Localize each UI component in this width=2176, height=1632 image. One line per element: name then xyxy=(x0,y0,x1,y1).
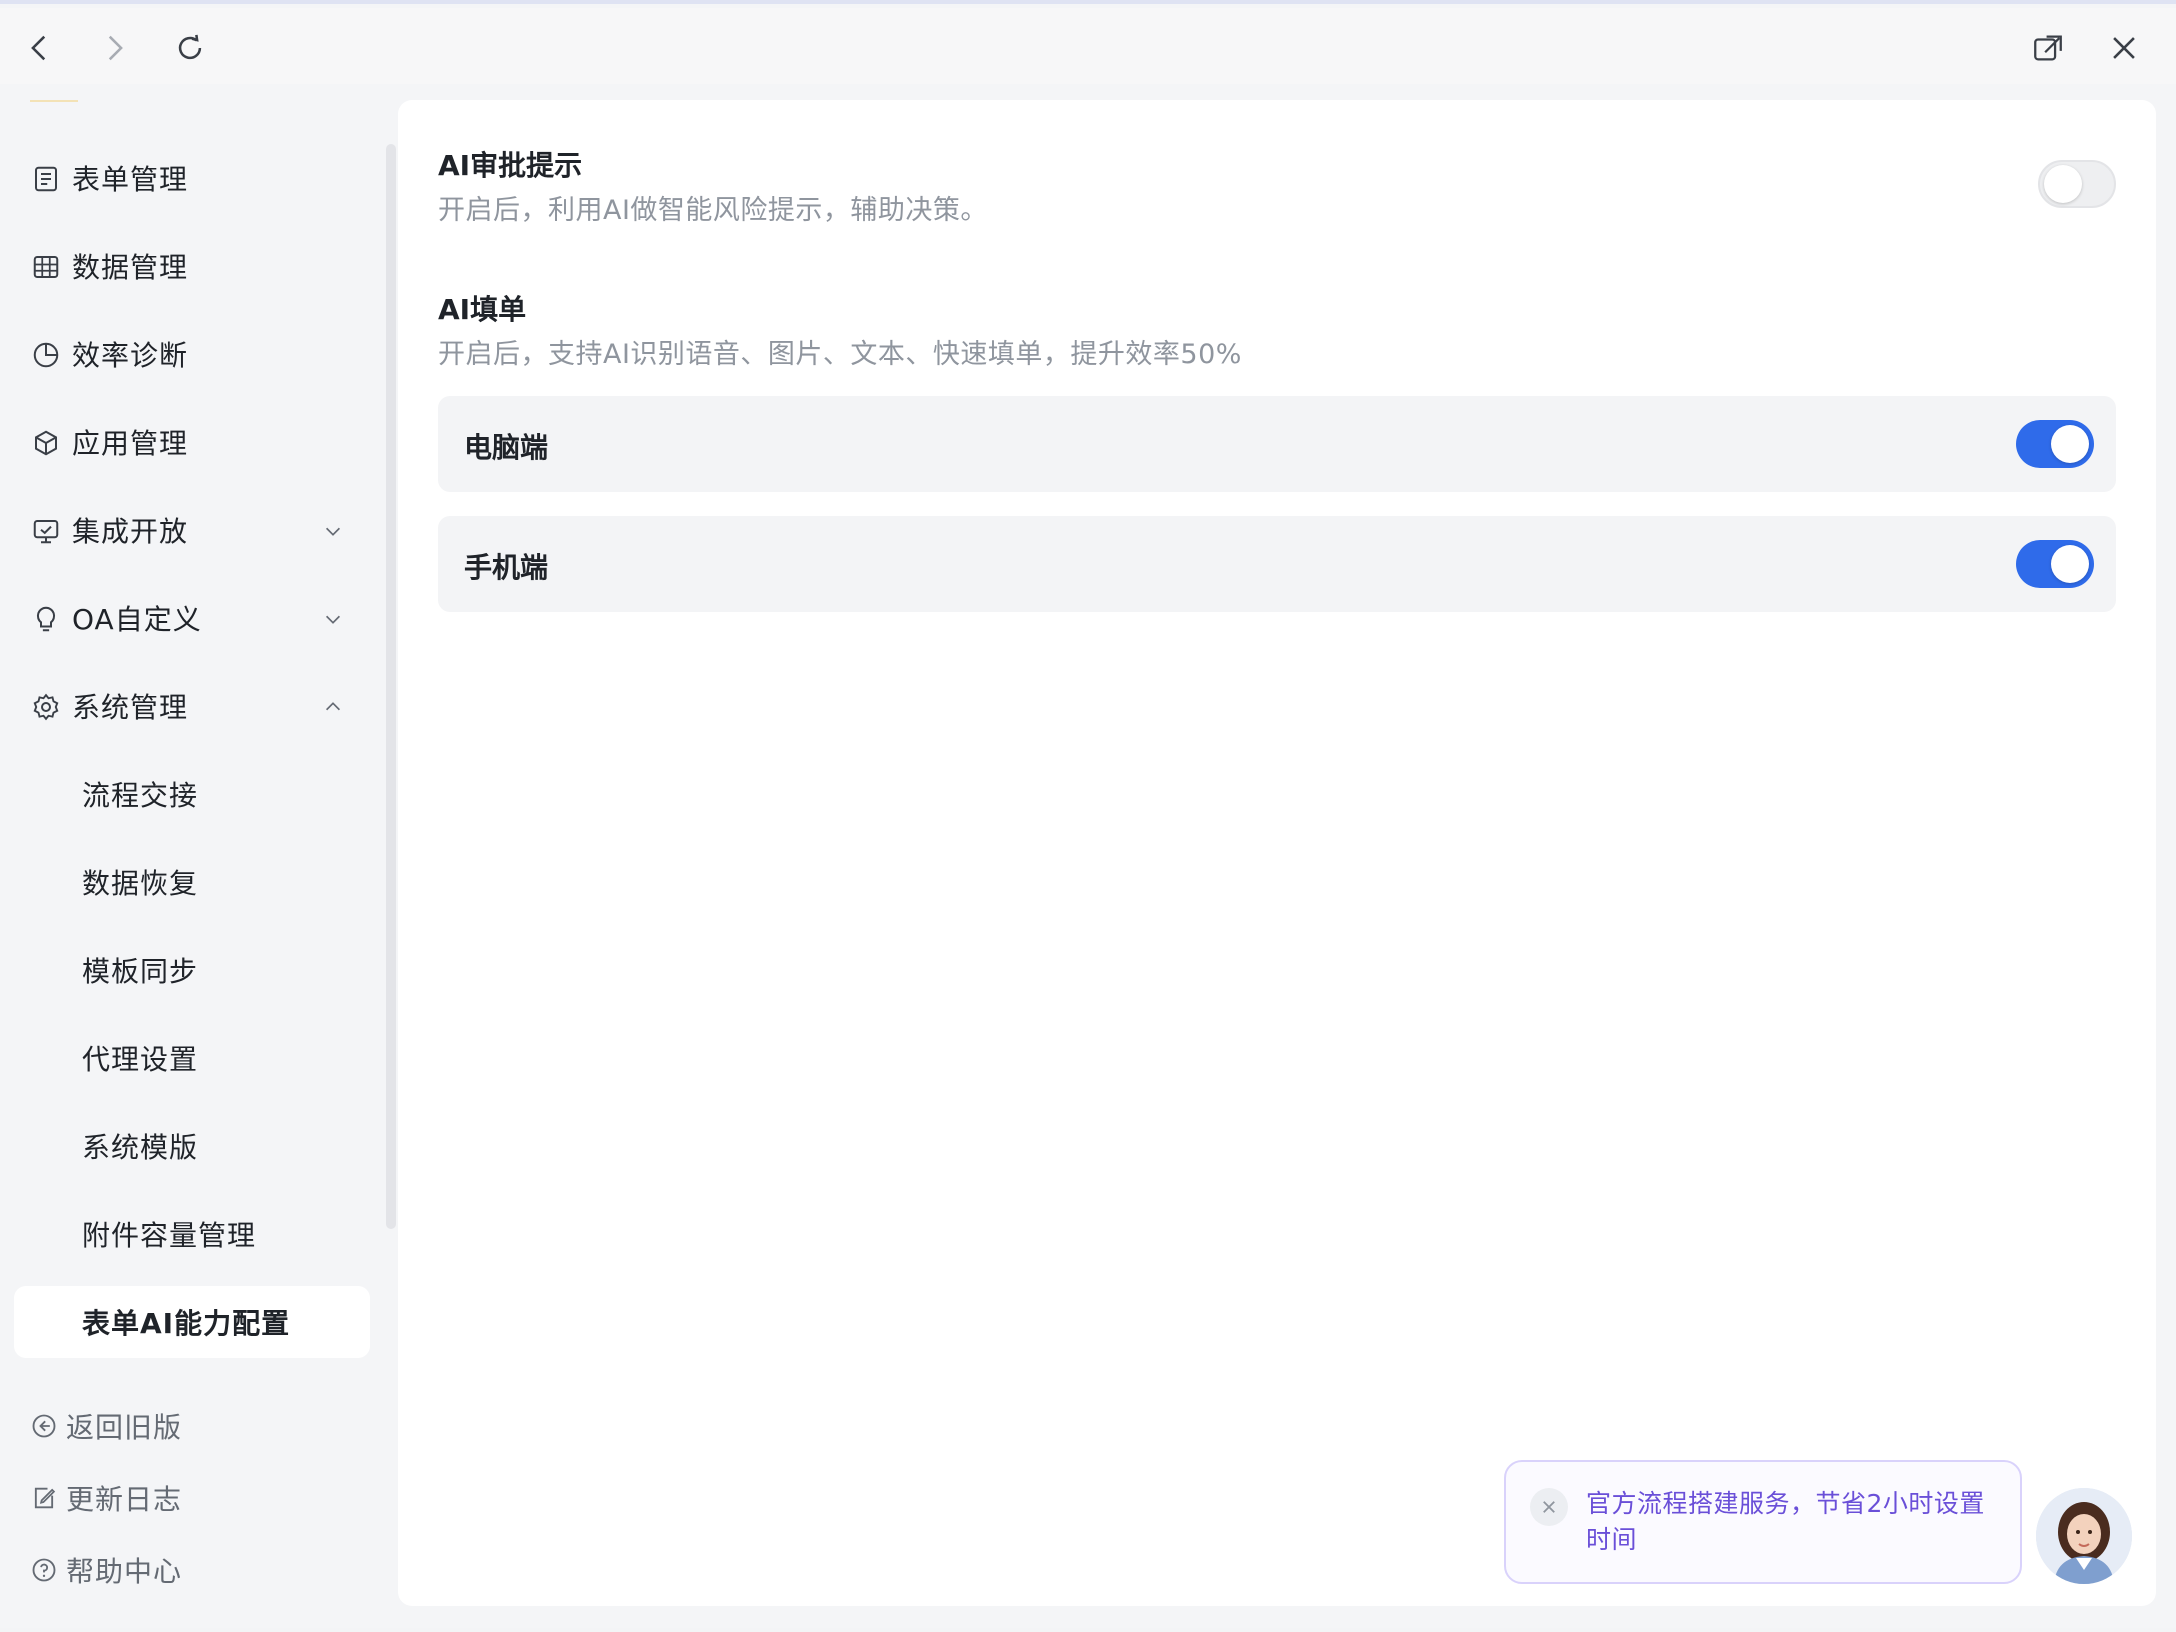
sidebar-item-label: 表单管理 xyxy=(72,163,189,196)
chevron-down-icon xyxy=(322,520,344,542)
sidebar-subitem-template-sync[interactable]: 模板同步 xyxy=(14,934,370,1006)
sidebar-subitem-proxy-settings[interactable]: 代理设置 xyxy=(14,1022,370,1094)
sidebar-subitem-label: 系统模版 xyxy=(82,1131,199,1164)
monitor-icon xyxy=(31,516,61,546)
sidebar-scrollbar[interactable] xyxy=(386,144,396,1229)
forward-button[interactable] xyxy=(92,26,136,70)
ai-fill-title: AI填单 xyxy=(438,293,527,326)
refresh-button[interactable] xyxy=(168,26,212,70)
open-external-button[interactable] xyxy=(2026,26,2070,70)
chevron-up-icon xyxy=(322,696,344,718)
toggle-knob xyxy=(2051,545,2089,583)
ai-approval-title: AI审批提示 xyxy=(438,149,583,182)
close-icon xyxy=(1543,1501,1555,1513)
sidebar-item-app-management[interactable]: 应用管理 xyxy=(14,406,370,478)
toggle-knob xyxy=(2051,425,2089,463)
sidebar-subitem-system-templates[interactable]: 系统模版 xyxy=(14,1110,370,1182)
close-icon xyxy=(2113,37,2135,59)
promo-text: 官方流程搭建服务，节省2小时设置时间 xyxy=(1586,1489,1985,1554)
refresh-icon xyxy=(178,34,202,60)
back-circle-icon xyxy=(30,1412,58,1440)
ai-approval-toggle[interactable] xyxy=(2038,160,2116,208)
edit-note-icon xyxy=(30,1484,58,1512)
sidebar-subitem-attachment-capacity[interactable]: 附件容量管理 xyxy=(14,1198,370,1270)
back-button[interactable] xyxy=(18,26,62,70)
sidebar-subitem-process-handover[interactable]: 流程交接 xyxy=(14,758,370,830)
back-to-old-version-link[interactable]: 返回旧版 xyxy=(14,1398,370,1454)
top-bar xyxy=(0,8,2176,84)
external-window-icon xyxy=(2034,35,2062,61)
sidebar-subitem-form-ai-config[interactable]: 表单AI能力配置 xyxy=(14,1286,370,1358)
close-window-button[interactable] xyxy=(2102,26,2146,70)
sidebar-item-oa-custom[interactable]: OA自定义 xyxy=(14,582,370,654)
sidebar-item-efficiency-diagnosis[interactable]: 效率诊断 xyxy=(14,318,370,390)
assistant-avatar-icon xyxy=(2036,1488,2132,1584)
ai-fill-mobile-toggle[interactable] xyxy=(2016,540,2094,588)
sidebar-item-integration[interactable]: 集成开放 xyxy=(14,494,370,566)
sidebar-subitem-data-recovery[interactable]: 数据恢复 xyxy=(14,846,370,918)
toggle-knob xyxy=(2044,165,2082,203)
sidebar-subitem-label: 表单AI能力配置 xyxy=(82,1307,291,1340)
footer-item-label: 帮助中心 xyxy=(66,1555,183,1588)
chevron-left-icon xyxy=(31,35,46,61)
sidebar-item-system-management[interactable]: 系统管理 xyxy=(14,670,370,742)
footer-item-label: 返回旧版 xyxy=(66,1411,183,1444)
sidebar-item-label: 集成开放 xyxy=(72,515,189,548)
footer-item-label: 更新日志 xyxy=(66,1483,183,1516)
chevron-down-icon xyxy=(322,608,344,630)
help-icon xyxy=(30,1556,58,1584)
changelog-link[interactable]: 更新日志 xyxy=(14,1470,370,1526)
sidebar-item-label: 效率诊断 xyxy=(72,339,189,372)
sidebar-subitem-label: 代理设置 xyxy=(82,1043,199,1076)
gear-icon xyxy=(31,692,61,722)
pie-chart-icon xyxy=(31,340,61,370)
sidebar-item-form-management[interactable]: 表单管理 xyxy=(14,142,370,214)
ai-fill-desktop-row: 电脑端 xyxy=(438,396,2116,492)
sidebar-subitem-label: 附件容量管理 xyxy=(82,1219,257,1252)
promo-banner[interactable]: 官方流程搭建服务，节省2小时设置时间 xyxy=(1504,1460,2022,1584)
promo-close-button[interactable] xyxy=(1530,1488,1568,1526)
table-icon xyxy=(31,252,61,282)
sidebar-item-label: 应用管理 xyxy=(72,427,189,460)
ai-fill-mobile-label: 手机端 xyxy=(464,551,549,584)
sidebar-item-label: OA自定义 xyxy=(72,603,202,636)
ai-fill-desktop-toggle[interactable] xyxy=(2016,420,2094,468)
assistant-avatar[interactable] xyxy=(2036,1488,2132,1584)
main-panel: AI审批提示 开启后，利用AI做智能风险提示，辅助决策。 AI填单 开启后，支持… xyxy=(398,100,2156,1606)
app-window: 表单管理 数据管理 效率诊断 应用管理 集成开放 OA自定义 系统管理 流程交接… xyxy=(0,0,2176,1628)
sidebar-subitem-label: 数据恢复 xyxy=(82,867,199,900)
sidebar-item-label: 系统管理 xyxy=(72,691,189,724)
ai-fill-desktop-label: 电脑端 xyxy=(464,431,549,464)
help-center-link[interactable]: 帮助中心 xyxy=(14,1542,370,1598)
form-icon xyxy=(31,164,61,194)
ai-approval-desc: 开启后，利用AI做智能风险提示，辅助决策。 xyxy=(438,195,988,226)
sidebar-subitem-label: 流程交接 xyxy=(82,779,199,812)
sidebar-item-data-management[interactable]: 数据管理 xyxy=(14,230,370,302)
ai-fill-mobile-row: 手机端 xyxy=(438,516,2116,612)
sidebar-subitem-label: 模板同步 xyxy=(82,955,199,988)
chevron-right-icon xyxy=(108,35,123,61)
bulb-icon xyxy=(31,604,61,634)
ai-fill-desc: 开启后，支持AI识别语音、图片、文本、快速填单，提升效率50% xyxy=(438,339,1242,370)
cube-icon xyxy=(31,428,61,458)
sidebar-item-label: 数据管理 xyxy=(72,251,189,284)
